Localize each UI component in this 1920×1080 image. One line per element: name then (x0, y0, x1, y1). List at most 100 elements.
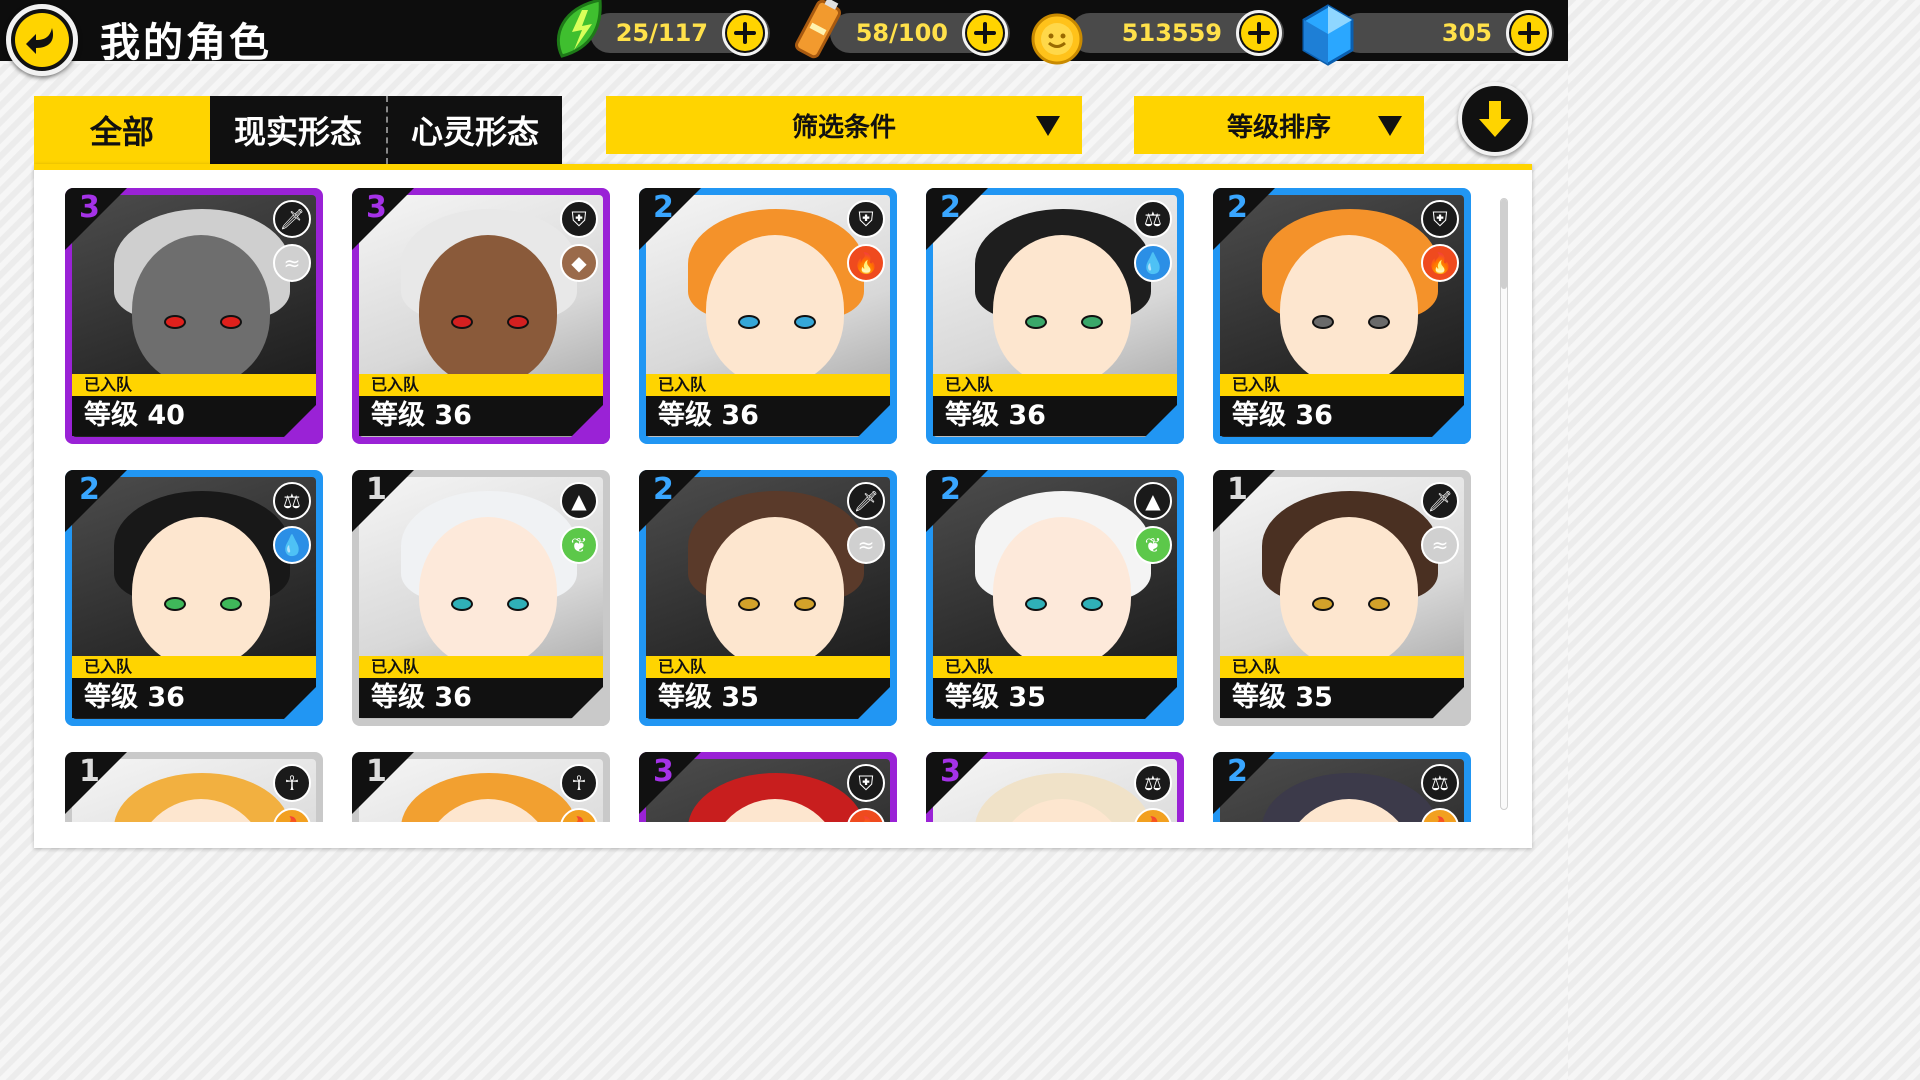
balance-icon: ⚖ (1134, 764, 1172, 802)
tab-all[interactable]: 全部 (34, 96, 210, 164)
in-team-label: 已入队 (933, 656, 1177, 678)
back-button[interactable] (6, 4, 78, 76)
character-eye (164, 597, 186, 611)
character-eye (1081, 597, 1103, 611)
dropdown-arrow-icon (1378, 116, 1402, 136)
rank-number: 3 (653, 754, 674, 789)
down-arrow-icon (1479, 101, 1511, 137)
scrollbar-thumb[interactable] (1501, 199, 1507, 289)
character-face (706, 517, 844, 667)
rank-number: 2 (653, 472, 674, 507)
rank-number: 2 (79, 472, 100, 507)
in-team-label: 已入队 (359, 656, 603, 678)
balance-icon: ⚖ (1421, 764, 1459, 802)
rank-number: 1 (366, 754, 387, 789)
shield-icon: ⛨ (1421, 200, 1459, 238)
character-card[interactable]: 1 ▲ ❦ 已入队 等级 36 (352, 470, 610, 726)
character-card[interactable]: 2 🗡 ≈ 已入队 等级 35 (639, 470, 897, 726)
character-card[interactable]: 2 ⚖ 💧 已入队 等级 36 (926, 188, 1184, 444)
rank-number: 2 (1227, 754, 1248, 789)
leaf-icon: ❦ (1134, 526, 1172, 564)
energy-counter: 58/100 (830, 10, 1010, 56)
character-eye (451, 315, 473, 329)
card-corner-accent (1425, 398, 1471, 444)
in-team-label: 已入队 (646, 374, 890, 396)
balance-icon: ⚖ (1134, 200, 1172, 238)
in-team-label: 已入队 (359, 374, 603, 396)
earth-icon: ◆ (560, 244, 598, 282)
character-card[interactable]: 3 🗡 ≈ 已入队 等级 40 (65, 188, 323, 444)
character-face (993, 517, 1131, 667)
tab-reality-form[interactable]: 现实形态 (210, 96, 386, 164)
character-card[interactable]: 3 ⛨ ◆ 已入队 等级 36 (352, 188, 610, 444)
sword-icon: 🗡 (273, 200, 311, 238)
add-energy-button[interactable] (962, 10, 1008, 56)
in-team-label: 已入队 (1220, 656, 1464, 678)
card-corner-accent (1138, 398, 1184, 444)
water-icon: 💧 (1134, 244, 1172, 282)
add-stamina-button[interactable] (722, 10, 768, 56)
wind-icon: ≈ (273, 244, 311, 282)
character-card[interactable]: 2 ⚖ 💧 已入队 等级 36 (65, 470, 323, 726)
in-team-label: 已入队 (933, 374, 1177, 396)
sort-label: 等级排序 (1226, 112, 1331, 143)
card-corner-accent (1425, 680, 1471, 726)
filter-dropdown[interactable]: 筛选条件 (606, 96, 1082, 154)
rank-number: 1 (366, 472, 387, 507)
card-corner-accent (851, 398, 897, 444)
back-arrow-icon (15, 13, 69, 67)
character-card[interactable]: 2 ⛨ 🔥 已入队 等级 36 (1213, 188, 1471, 444)
character-eye (451, 597, 473, 611)
shield-icon: ⛨ (560, 200, 598, 238)
add-coins-button[interactable] (1236, 10, 1282, 56)
character-card[interactable]: 3 ⚖ 🔥 (926, 752, 1184, 822)
character-face (1280, 235, 1418, 385)
rank-number: 2 (653, 190, 674, 225)
character-card[interactable]: 2 ⚖ 🔥 (1213, 752, 1471, 822)
ankh-icon: ☥ (560, 764, 598, 802)
scrollbar[interactable] (1500, 198, 1508, 810)
card-corner-accent (1138, 680, 1184, 726)
character-card[interactable]: 2 ⛨ 🔥 已入队 等级 36 (639, 188, 897, 444)
character-card[interactable]: 1 🗡 ≈ 已入队 等级 35 (1213, 470, 1471, 726)
character-eye (220, 597, 242, 611)
sort-dropdown[interactable]: 等级排序 (1134, 96, 1424, 154)
rank-number: 3 (366, 190, 387, 225)
character-card[interactable]: 1 ☥ 🔥 (65, 752, 323, 822)
rank-number: 3 (79, 190, 100, 225)
ankh-icon: ☥ (273, 764, 311, 802)
character-face (706, 235, 844, 385)
plus-icon (1511, 15, 1547, 51)
character-face (993, 235, 1131, 385)
sword-icon: 🗡 (1421, 482, 1459, 520)
triforce-icon: ▲ (1134, 482, 1172, 520)
character-grid: 3 🗡 ≈ 已入队 等级 40 3 ⛨ ◆ 已入队 等级 36 2 ⛨ 🔥 已入… (60, 186, 1480, 822)
plus-icon (967, 15, 1003, 51)
add-gems-button[interactable] (1506, 10, 1552, 56)
energy-value: 58/100 (855, 19, 948, 47)
character-card[interactable]: 2 ▲ ❦ 已入队 等级 35 (926, 470, 1184, 726)
character-eye (738, 315, 760, 329)
stamina-counter: 25/117 (590, 10, 770, 56)
in-team-label: 已入队 (72, 656, 316, 678)
tab-spirit-form[interactable]: 心灵形态 (386, 96, 562, 164)
balance-icon: ⚖ (273, 482, 311, 520)
character-eye (1025, 315, 1047, 329)
character-eye (1312, 315, 1334, 329)
rank-number: 1 (1227, 472, 1248, 507)
character-card[interactable]: 1 ☥ 🔥 (352, 752, 610, 822)
blue-crystal-icon (1300, 4, 1356, 70)
character-eye (1081, 315, 1103, 329)
rank-number: 2 (1227, 190, 1248, 225)
character-eye (507, 597, 529, 611)
character-card[interactable]: 3 ⛨ 🔥 (639, 752, 897, 822)
character-face (132, 235, 270, 385)
character-eye (164, 315, 186, 329)
character-face (132, 517, 270, 667)
in-team-label: 已入队 (72, 374, 316, 396)
sort-direction-button[interactable] (1458, 82, 1532, 156)
character-eye (1368, 315, 1390, 329)
card-corner-accent (564, 680, 610, 726)
plus-icon (727, 15, 763, 51)
card-corner-accent (564, 398, 610, 444)
